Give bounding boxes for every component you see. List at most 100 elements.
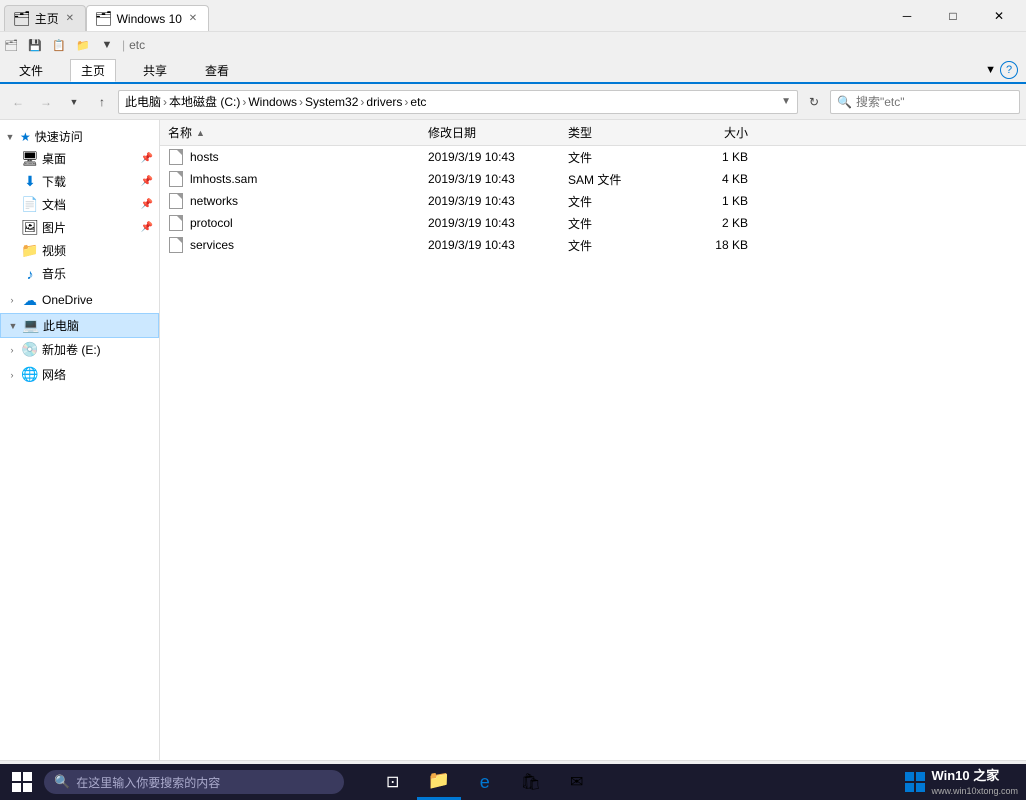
sidebar-item-videos[interactable]: 📁 视频 [16, 239, 159, 262]
minimize-button[interactable]: ─ [884, 0, 930, 32]
quick-copy-btn[interactable]: 📋 [48, 34, 70, 56]
file-type-protocol: 文件 [568, 215, 668, 232]
file-row-networks[interactable]: networks 2019/3/19 10:43 文件 1 KB [160, 190, 1026, 212]
sidebar-onedrive-label: OneDrive [42, 293, 153, 307]
store-btn[interactable]: 🛍 [509, 764, 553, 800]
pics-icon: 🖼 [22, 220, 38, 236]
thispc-expand: ▼ [7, 320, 19, 332]
forward-btn[interactable]: → [34, 90, 58, 114]
download-pin-icon: 📌 [141, 176, 153, 187]
search-box[interactable]: 🔍 [830, 90, 1020, 114]
sidebar-pics-label: 图片 [42, 219, 137, 236]
maximize-button[interactable]: □ [930, 0, 976, 32]
sidebar-item-edrive[interactable]: › 💿 新加卷 (E:) [0, 338, 159, 361]
path-drivers[interactable]: drivers [366, 95, 402, 109]
ribbon-tab-view[interactable]: 查看 [194, 59, 240, 81]
tab-home[interactable]: 🗂 主页 ✕ [4, 5, 86, 31]
path-system32[interactable]: System32 [305, 95, 358, 109]
col-size-header[interactable]: 大小 [668, 124, 748, 141]
onedrive-expand: › [6, 294, 18, 306]
refresh-btn[interactable]: ↻ [802, 90, 826, 114]
file-date-services: 2019/3/19 10:43 [428, 238, 568, 252]
taskview-btn[interactable]: ⊡ [371, 764, 415, 800]
file-type-lmhosts: SAM 文件 [568, 171, 668, 188]
path-c-drive[interactable]: 本地磁盘 (C:) [169, 93, 240, 110]
quick-access-header[interactable]: ▼ ★ 快速访问 [0, 124, 159, 147]
quick-folder-btn[interactable]: 📁 [72, 34, 94, 56]
file-label-services: services [190, 238, 234, 252]
ribbon-tab-share[interactable]: 共享 [132, 59, 178, 81]
quick-dropdown[interactable]: ▼ [96, 34, 118, 56]
sidebar-pc-label: 此电脑 [43, 317, 152, 334]
taskbar-icons: ⊡ 📁 e 🛍 ✉ [344, 764, 624, 800]
sidebar-download-label: 下载 [42, 173, 137, 190]
file-name-services: services [168, 237, 428, 253]
sidebar-item-pics[interactable]: 🖼 图片 📌 [16, 216, 159, 239]
tab-home-label: 主页 [35, 10, 59, 27]
mail-btn[interactable]: ✉ [555, 764, 599, 800]
sidebar-item-download[interactable]: ⬇ 下载 📌 [16, 170, 159, 193]
quick-toolbar: 🗂 💾 📋 📁 ▼ | etc [0, 32, 1026, 58]
file-icon-lmhosts [168, 171, 184, 187]
brand-url: www.win10xtong.com [931, 785, 1018, 798]
window-icon: 🗂 [4, 39, 18, 52]
videos-icon: 📁 [22, 243, 38, 259]
tab-windows10-close[interactable]: ✕ [186, 12, 200, 26]
sidebar-item-docs[interactable]: 📄 文档 📌 [16, 193, 159, 216]
col-type-header[interactable]: 类型 [568, 124, 668, 141]
file-row-hosts[interactable]: hosts 2019/3/19 10:43 文件 1 KB [160, 146, 1026, 168]
expand-icon[interactable]: ▼ [985, 64, 996, 76]
col-name-header[interactable]: 名称 ▲ [168, 124, 428, 141]
ribbon-tab-file[interactable]: 文件 [8, 59, 54, 81]
music-icon: ♪ [22, 266, 38, 282]
edge-btn[interactable]: e [463, 764, 507, 800]
path-dropdown-arrow[interactable]: ▼ [781, 96, 791, 107]
onedrive-icon: ☁ [22, 292, 38, 308]
file-icon-networks [168, 193, 184, 209]
taskbar-search[interactable]: 🔍 在这里输入你要搜索的内容 [44, 770, 344, 794]
network-icon: 🌐 [22, 367, 38, 383]
current-folder-label: etc [129, 38, 145, 52]
start-button[interactable] [0, 764, 44, 800]
path-sep-2: › [242, 95, 246, 109]
back-btn[interactable]: ← [6, 90, 30, 114]
file-size-lmhosts: 4 KB [668, 172, 748, 186]
ribbon-tab-home[interactable]: 主页 [70, 59, 116, 82]
ribbon-right: ▼ ? [985, 61, 1018, 79]
help-icon[interactable]: ? [1000, 61, 1018, 79]
explorer-btn[interactable]: 📁 [417, 764, 461, 800]
path-this-pc[interactable]: 此电脑 [125, 93, 161, 110]
path-windows[interactable]: Windows [248, 95, 297, 109]
windows-logo-icon [12, 772, 32, 792]
tab-windows10[interactable]: 🗂 Windows 10 ✕ [86, 5, 209, 31]
col-size-label: 大小 [724, 126, 748, 140]
quick-save-btn[interactable]: 💾 [24, 34, 46, 56]
sidebar-item-network[interactable]: › 🌐 网络 [0, 363, 159, 386]
up-btn[interactable]: ↑ [90, 90, 114, 114]
tab-home-close[interactable]: ✕ [63, 12, 77, 26]
recent-btn[interactable]: ▼ [62, 90, 86, 114]
sidebar-desktop-label: 桌面 [42, 150, 137, 167]
file-row-lmhosts[interactable]: lmhosts.sam 2019/3/19 10:43 SAM 文件 4 KB [160, 168, 1026, 190]
file-name-protocol: protocol [168, 215, 428, 231]
sidebar-item-desktop[interactable]: 🖥 桌面 📌 [16, 147, 159, 170]
col-date-header[interactable]: 修改日期 [428, 124, 568, 141]
edrive-expand: › [6, 344, 18, 356]
file-type-services: 文件 [568, 237, 668, 254]
file-list-header: 名称 ▲ 修改日期 类型 大小 [160, 120, 1026, 146]
close-button[interactable]: ✕ [976, 0, 1022, 32]
address-input[interactable]: 此电脑 › 本地磁盘 (C:) › Windows › System32 › d… [118, 90, 798, 114]
brand-text: Win10 之家 www.win10xtong.com [931, 767, 1018, 798]
file-size-hosts: 1 KB [668, 150, 748, 164]
pics-pin-icon: 📌 [141, 222, 153, 233]
sidebar-item-onedrive[interactable]: › ☁ OneDrive [0, 289, 159, 311]
file-row-protocol[interactable]: protocol 2019/3/19 10:43 文件 2 KB [160, 212, 1026, 234]
search-input[interactable] [856, 95, 1013, 109]
path-etc[interactable]: etc [410, 95, 426, 109]
sidebar-item-music[interactable]: ♪ 音乐 [16, 262, 159, 285]
network-expand: › [6, 369, 18, 381]
file-row-services[interactable]: services 2019/3/19 10:43 文件 18 KB [160, 234, 1026, 256]
file-date-hosts: 2019/3/19 10:43 [428, 150, 568, 164]
file-name-hosts: hosts [168, 149, 428, 165]
sidebar-item-thispc[interactable]: ▼ 💻 此电脑 [0, 313, 159, 338]
